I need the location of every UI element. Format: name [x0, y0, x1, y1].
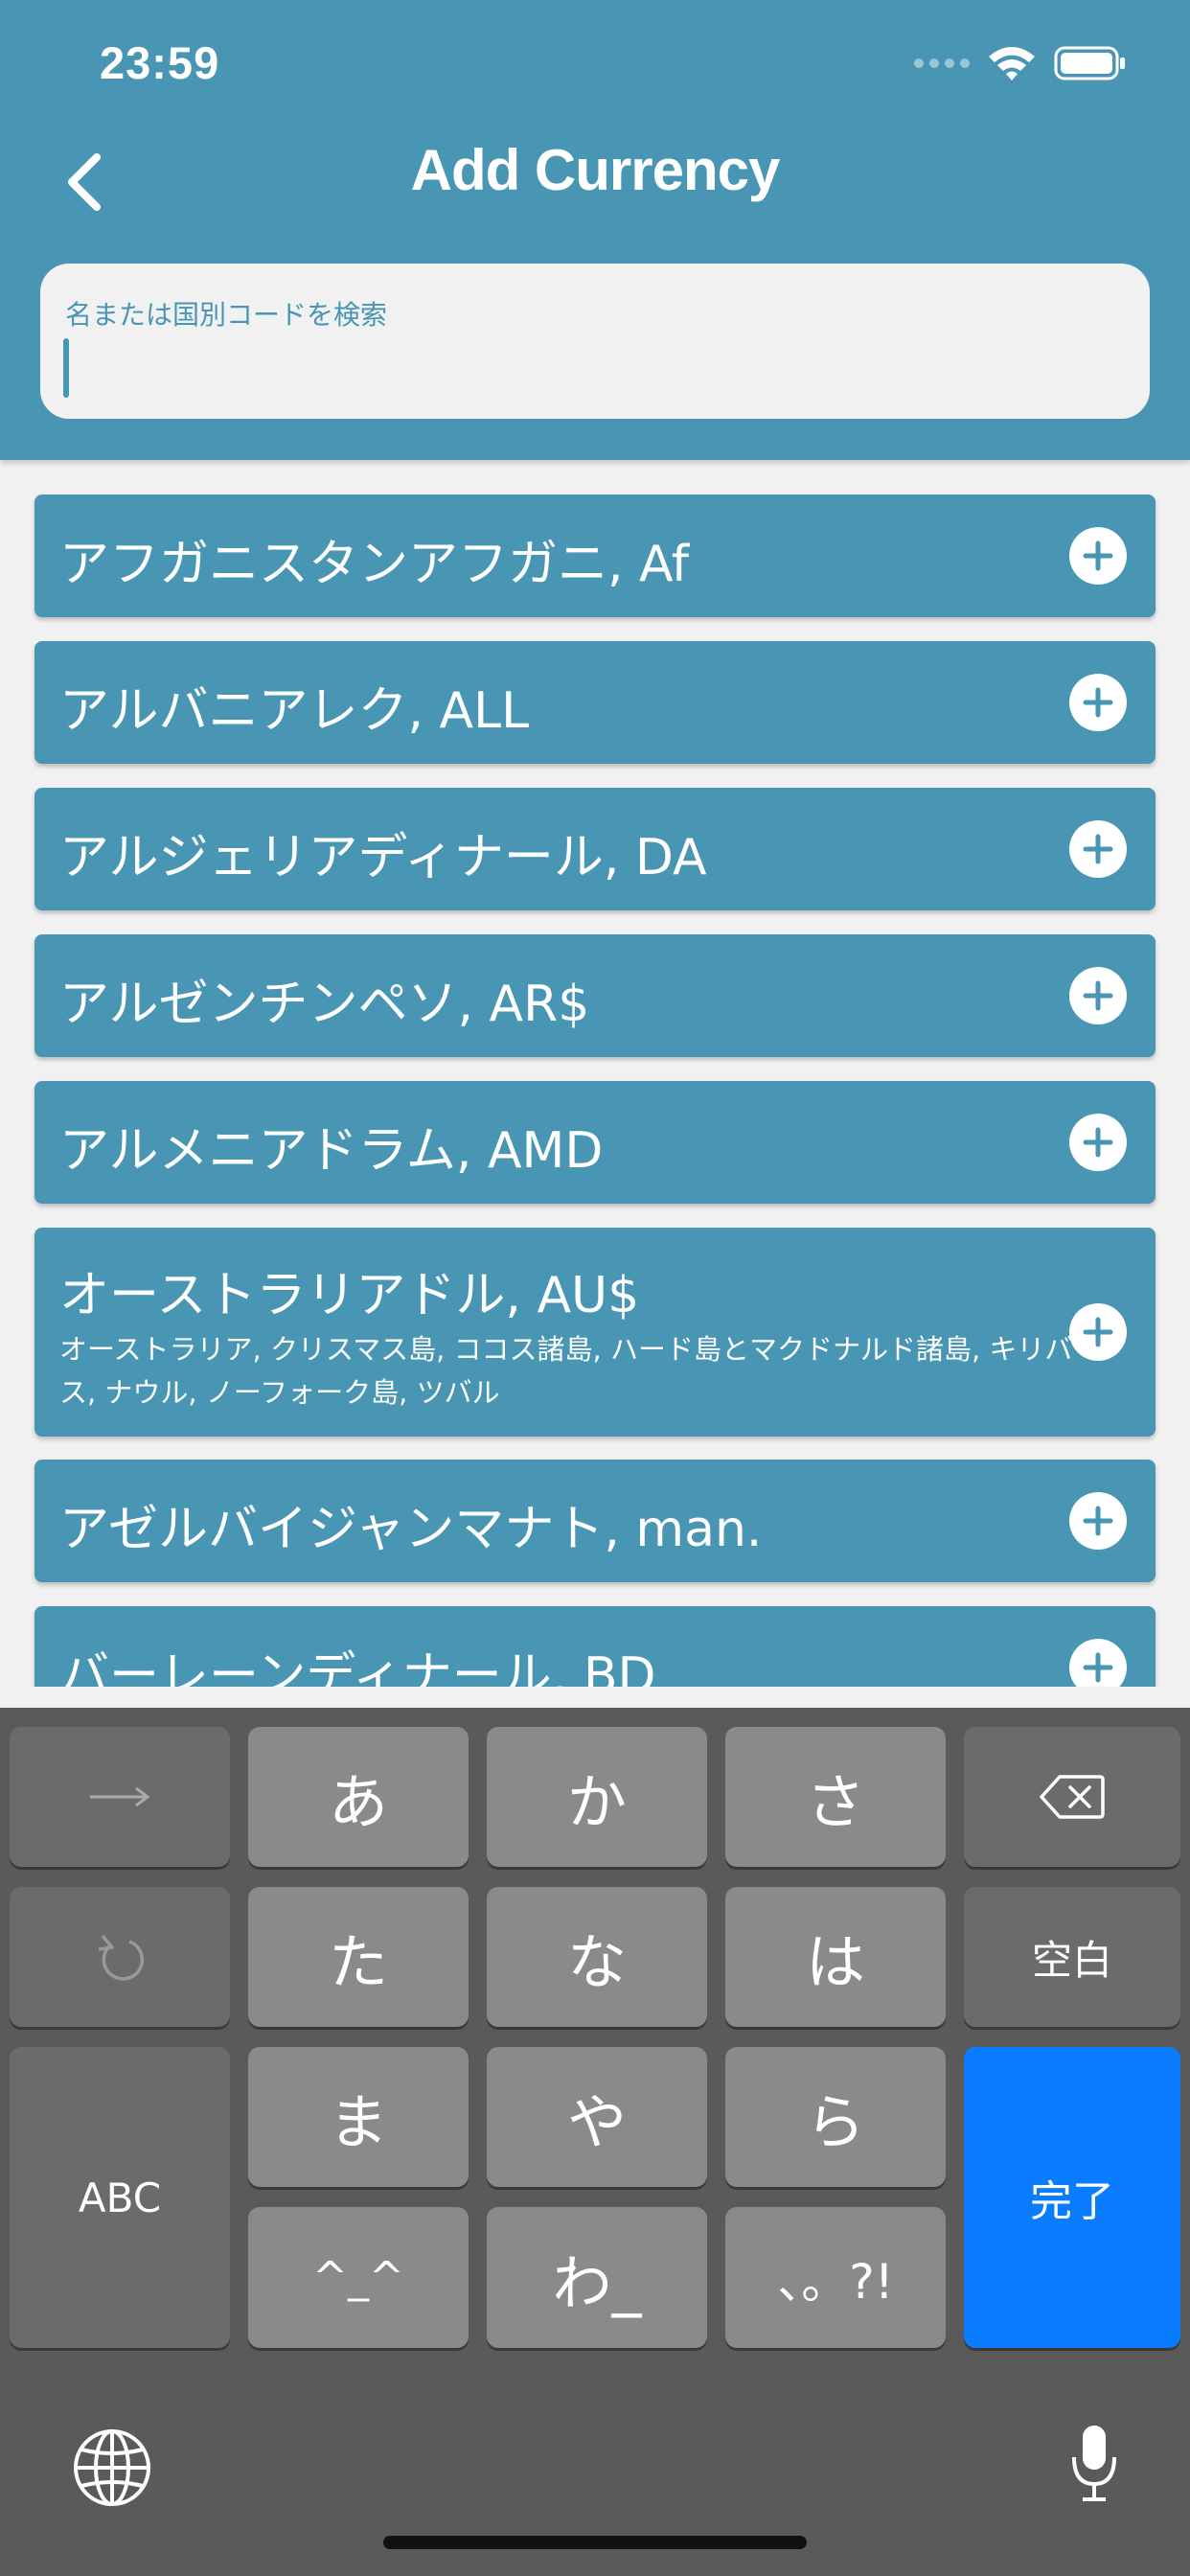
key-ra[interactable]: ら — [725, 2047, 946, 2187]
key-label: や — [566, 2087, 627, 2157]
key-emoticon[interactable]: ^_^ — [248, 2207, 469, 2348]
key-sa[interactable]: さ — [725, 1727, 946, 1867]
home-indicator[interactable] — [383, 2536, 807, 2549]
key-done[interactable]: 完了 — [964, 2047, 1180, 2348]
key-undo[interactable] — [10, 1887, 230, 2027]
key-label: ABC — [78, 2174, 162, 2221]
currency-name: アルゼンチンペソ, AR$ — [59, 976, 590, 1033]
key-delete[interactable] — [964, 1727, 1180, 1867]
arrow-right-icon — [90, 1786, 150, 1807]
currency-name: アルジェリアディナール, DA — [59, 829, 707, 886]
key-ka[interactable]: か — [487, 1727, 707, 1867]
key-arrow-right[interactable] — [10, 1727, 230, 1867]
key-label: ま — [328, 2087, 388, 2157]
wifi-icon — [989, 47, 1035, 80]
search-field[interactable]: 名または国別コードを検索 — [40, 264, 1150, 419]
currency-item-afn[interactable]: アフガニスタンアフガニ, Af — [34, 494, 1156, 617]
globe-icon[interactable] — [69, 2425, 155, 2511]
currency-item-ars[interactable]: アルゼンチンペソ, AR$ — [34, 934, 1156, 1057]
key-label: ^_^ — [312, 2253, 404, 2302]
plus-icon — [1083, 540, 1113, 571]
search-input[interactable] — [61, 333, 1115, 400]
key-ha[interactable]: は — [725, 1887, 946, 2027]
plus-icon — [1083, 980, 1113, 1011]
currency-list[interactable]: アフガニスタンアフガニ, Af アルバニアレク, ALL アルジェリアディナール… — [0, 460, 1190, 1687]
add-button[interactable] — [1069, 674, 1127, 731]
add-button[interactable] — [1069, 967, 1127, 1024]
plus-icon — [1083, 687, 1113, 718]
key-label: わ_ — [552, 2247, 642, 2318]
currency-item-bhd[interactable]: バーレーンディナール, BD — [34, 1606, 1156, 1687]
backspace-icon — [1040, 1775, 1105, 1819]
key-label: は — [805, 1927, 865, 1997]
key-label: ら — [805, 2087, 865, 2157]
key-ya[interactable]: や — [487, 2047, 707, 2187]
key-label: な — [566, 1927, 627, 1997]
plus-icon — [1083, 1506, 1113, 1536]
key-label: た — [328, 1927, 388, 1997]
japanese-keyboard: あ か さ た な は 空白 ABC ま や ら 完了 ^_^ わ_ 、。?! — [0, 1708, 1190, 2576]
key-label: さ — [805, 1767, 865, 1837]
battery-icon — [1054, 46, 1125, 80]
key-wa[interactable]: わ_ — [487, 2207, 707, 2348]
currency-name: アフガニスタンアフガニ, Af — [59, 536, 690, 593]
currency-name: オーストラリアドル, AU$ — [59, 1267, 640, 1324]
currency-name: アルバニアレク, ALL — [59, 682, 530, 740]
add-button[interactable] — [1069, 527, 1127, 585]
key-na[interactable]: な — [487, 1887, 707, 2027]
microphone-icon[interactable] — [1068, 2423, 1120, 2503]
key-label: 、。?! — [777, 2253, 894, 2310]
plus-icon — [1083, 1652, 1113, 1683]
key-abc[interactable]: ABC — [10, 2047, 230, 2348]
currency-name: アゼルバイジャンマナト, man. — [59, 1501, 763, 1558]
key-label: 完了 — [1030, 2177, 1114, 2226]
key-label: 空白 — [1031, 1936, 1112, 1984]
plus-icon — [1083, 834, 1113, 864]
add-button[interactable] — [1069, 1639, 1127, 1687]
undo-icon — [98, 1934, 145, 1981]
add-button[interactable] — [1069, 1492, 1127, 1550]
key-ma[interactable]: ま — [248, 2047, 469, 2187]
key-ta[interactable]: た — [248, 1887, 469, 2027]
currency-item-aud[interactable]: オーストラリアドル, AU$ オーストラリア, クリスマス島, ココス諸島, ハ… — [34, 1228, 1156, 1437]
key-label: あ — [328, 1767, 388, 1837]
status-time: 23:59 — [100, 37, 220, 88]
currency-name: アルメニアドラム, AMD — [59, 1122, 604, 1180]
add-currency-screen: 23:59 Add Currency 名または国別コードを検索 アフガニスタンア… — [0, 0, 1190, 2576]
currency-item-all[interactable]: アルバニアレク, ALL — [34, 641, 1156, 764]
plus-icon — [1083, 1317, 1113, 1347]
currency-name: バーレーンディナール, BD — [59, 1647, 656, 1687]
add-button[interactable] — [1069, 1114, 1127, 1171]
plus-icon — [1083, 1127, 1113, 1158]
key-space[interactable]: 空白 — [964, 1887, 1180, 2027]
currency-item-azn[interactable]: アゼルバイジャンマナト, man. — [34, 1460, 1156, 1582]
currency-countries: オーストラリア, クリスマス島, ココス諸島, ハード島とマクドナルド諸島, キ… — [59, 1333, 1073, 1409]
add-button[interactable] — [1069, 1303, 1127, 1361]
header: 23:59 Add Currency 名または国別コードを検索 — [0, 0, 1190, 460]
key-a[interactable]: あ — [248, 1727, 469, 1867]
key-punctuation[interactable]: 、。?! — [725, 2207, 946, 2348]
currency-item-dzd[interactable]: アルジェリアディナール, DA — [34, 788, 1156, 910]
page-title: Add Currency — [410, 138, 781, 202]
currency-item-amd[interactable]: アルメニアドラム, AMD — [34, 1081, 1156, 1204]
cellular-signal-icon — [914, 58, 970, 68]
status-icons — [914, 42, 1127, 84]
add-button[interactable] — [1069, 820, 1127, 878]
search-label: 名または国別コードを検索 — [65, 299, 388, 331]
key-label: か — [566, 1767, 627, 1837]
